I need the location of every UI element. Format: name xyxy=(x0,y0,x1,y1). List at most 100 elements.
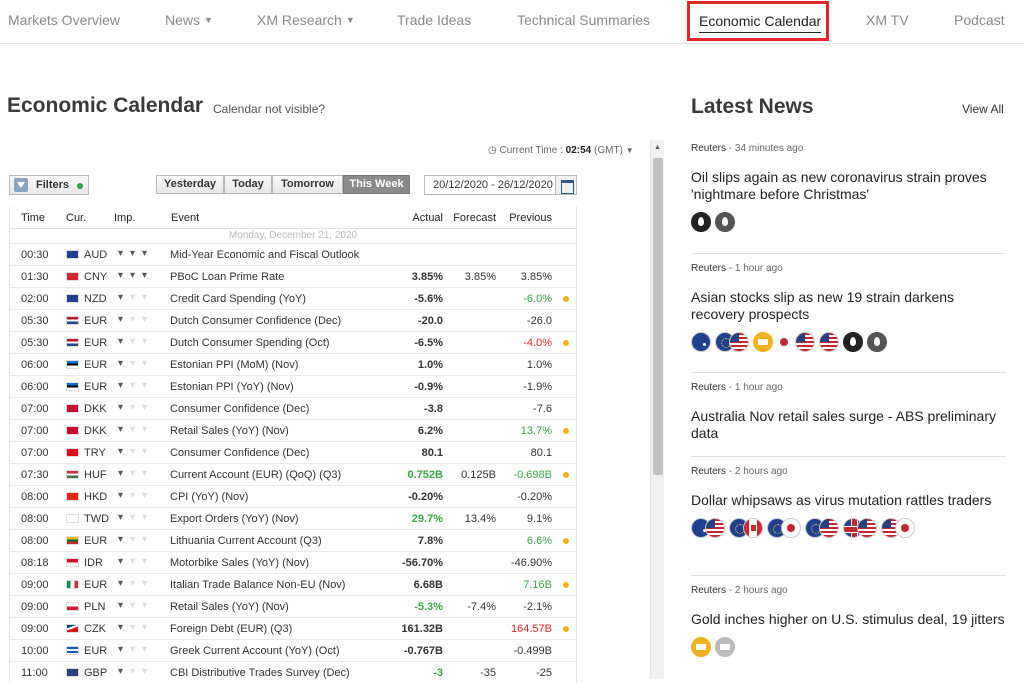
table-row[interactable]: 05:30 EUR ▾ ▾ ▾ Dutch Consumer Confidence (De… xyxy=(10,309,576,331)
yesterday-button[interactable]: Yesterday xyxy=(156,175,224,194)
nav-xm-research[interactable]: XM Research ▼ xyxy=(257,12,355,28)
table-row[interactable]: 08:00 HKD ▾ ▾ ▾ CPI (YoY) (Nov) -0.20% -0.20% xyxy=(10,485,576,507)
table-row[interactable]: 10:00 EUR ▾ ▾ ▾ Greek Current Account (YoY) (… xyxy=(10,639,576,661)
jpy-small-icon-part xyxy=(777,335,791,349)
eurcad-icon[interactable] xyxy=(729,518,765,538)
table-row[interactable]: 07:00 TRY ▾ ▾ ▾ Consumer Confidence (Dec) 80.1… xyxy=(10,441,576,463)
news-headline[interactable]: Dollar whipsaws as virus mutation rattle… xyxy=(691,492,1006,509)
event-name: CPI (YoY) (Nov) xyxy=(170,491,249,503)
news-item[interactable]: Reuters - 2 hours ago Gold inches higher … xyxy=(691,585,1006,659)
news-item[interactable]: Reuters - 1 hour ago Australia Nov retail… xyxy=(691,382,1006,442)
silver-icon[interactable] xyxy=(715,637,737,657)
calendar-not-visible-link[interactable]: Calendar not visible? xyxy=(213,102,325,116)
event-time: 02:00 xyxy=(21,293,49,305)
table-row[interactable]: 08:18 IDR ▾ ▾ ▾ Motorbike Sales (YoY) (Nov) -5… xyxy=(10,551,576,573)
gold-icon-part xyxy=(753,332,773,352)
event-previous: 9.1% xyxy=(526,513,552,525)
table-row[interactable]: 08:00 EUR ▾ ▾ ▾ Lithuania Current Account (Q3… xyxy=(10,529,576,551)
news-source: Reuters xyxy=(691,585,727,596)
event-previous: -6.0% xyxy=(523,293,552,305)
view-all-link[interactable]: View All xyxy=(962,102,1004,116)
flag-nl-icon xyxy=(66,316,79,325)
table-row[interactable]: 02:00 NZD ▾ ▾ ▾ Credit Card Spending (YoY) -5.… xyxy=(10,287,576,309)
caret-down-icon[interactable]: ▼ xyxy=(626,146,634,155)
table-row[interactable]: 09:00 EUR ▾ ▾ ▾ Italian Trade Balance Non-EU … xyxy=(10,573,576,595)
importance-icon: ▾ ▾ ▾ xyxy=(115,292,151,303)
revised-dot-icon xyxy=(563,538,569,544)
table-row[interactable]: 07:00 DKK ▾ ▾ ▾ Consumer Confidence (Dec) -3.8… xyxy=(10,397,576,419)
gold-icon[interactable] xyxy=(691,637,713,657)
calendar-picker-icon[interactable] xyxy=(555,175,577,195)
event-previous: -2.1% xyxy=(523,601,552,613)
oil-gray-icon[interactable] xyxy=(715,212,737,232)
flag-au-icon xyxy=(66,250,79,259)
date-range-input[interactable]: 20/12/2020 - 26/12/2020 xyxy=(424,175,556,195)
gold-icon[interactable] xyxy=(753,332,775,352)
table-row[interactable]: 08:00 TWD ▾ ▾ ▾ Export Orders (YoY) (Nov) 29.7… xyxy=(10,507,576,529)
bull-icon: ▾ xyxy=(117,490,125,501)
eurusd-icon[interactable] xyxy=(715,332,751,352)
usd-icon[interactable] xyxy=(819,332,841,352)
table-row[interactable]: 00:30 AUD ▾ ▾ ▾ Mid-Year Economic and Fiscal … xyxy=(10,243,576,265)
oil-gray-icon[interactable] xyxy=(867,332,889,352)
current-time: ◷ Current Time : 02:54 (GMT) ▼ xyxy=(488,145,634,156)
nav-podcast[interactable]: Podcast xyxy=(954,12,1005,28)
revised-dot-icon xyxy=(563,582,569,588)
table-row[interactable]: 07:30 HUF ▾ ▾ ▾ Current Account (EUR) (QoQ) (… xyxy=(10,463,576,485)
table-row[interactable]: 07:00 DKK ▾ ▾ ▾ Retail Sales (YoY) (Nov) 6.2% 1… xyxy=(10,419,576,441)
calendar-scrollbar[interactable]: ▲ xyxy=(650,140,664,679)
usd-icon[interactable] xyxy=(795,332,817,352)
nav-markets-overview[interactable]: Markets Overview xyxy=(8,12,120,28)
nav-trade-ideas[interactable]: Trade Ideas xyxy=(397,12,471,28)
eurusd-icon[interactable] xyxy=(805,518,841,538)
oil-icon[interactable] xyxy=(691,212,713,232)
news-item[interactable]: Reuters - 2 hours ago Dollar whipsaws as … xyxy=(691,466,1006,540)
importance-icon: ▾ ▾ ▾ xyxy=(115,622,151,633)
instrument-icons xyxy=(691,518,1006,540)
revised-dot-icon xyxy=(563,428,569,434)
nav-economic-calendar[interactable]: Economic Calendar xyxy=(687,1,829,41)
scrollbar-thumb[interactable] xyxy=(653,158,663,475)
aud-icon[interactable] xyxy=(691,332,713,352)
table-row[interactable]: 06:00 EUR ▾ ▾ ▾ Estonian PPI (MoM) (Nov) 1.0% 1… xyxy=(10,353,576,375)
revised-dot-icon xyxy=(563,472,569,478)
this-week-button[interactable]: This Week xyxy=(343,175,410,194)
filters-active-dot xyxy=(77,183,83,189)
event-time: 05:30 xyxy=(21,315,49,327)
event-actual: -5.3% xyxy=(414,601,443,613)
nav-xm-tv[interactable]: XM TV xyxy=(866,12,909,28)
table-row[interactable]: 06:00 EUR ▾ ▾ ▾ Estonian PPI (YoY) (Nov) -0.9%… xyxy=(10,375,576,397)
eurjpy-icon[interactable] xyxy=(767,518,803,538)
filters-button[interactable]: Filters xyxy=(9,175,89,195)
news-headline[interactable]: Oil slips again as new coronavirus strai… xyxy=(691,169,1006,203)
bull-icon: ▾ xyxy=(117,644,125,655)
table-row[interactable]: 09:00 CZK ▾ ▾ ▾ Foreign Debt (EUR) (Q3) 161.32… xyxy=(10,617,576,639)
bull-icon: ▾ xyxy=(129,622,137,633)
news-headline[interactable]: Asian stocks slip as new 19 strain darke… xyxy=(691,289,1006,323)
scroll-up-icon[interactable]: ▲ xyxy=(654,144,661,151)
news-item[interactable]: Reuters - 1 hour ago Asian stocks slip as… xyxy=(691,263,1006,354)
table-row[interactable]: 11:00 GBP ▾ ▾ ▾ CBI Distributive Trades Surve… xyxy=(10,661,576,683)
jpy-small-icon[interactable] xyxy=(777,332,793,350)
timezone-select[interactable]: (GMT) xyxy=(594,145,623,156)
table-row[interactable]: 01:30 CNY ▾ ▾ ▾ PBoC Loan Prime Rate 3.85% 3.85… xyxy=(10,265,576,287)
today-button[interactable]: Today xyxy=(224,175,272,194)
nav-technical-summaries[interactable]: Technical Summaries xyxy=(517,12,650,28)
usdjpy-icon[interactable] xyxy=(881,518,917,538)
news-item[interactable]: Reuters - 34 minutes ago Oil slips again … xyxy=(691,143,1006,234)
flag-dk-icon xyxy=(66,426,79,435)
nav-news-label: News xyxy=(165,12,201,28)
news-headline[interactable]: Gold inches higher on U.S. stimulus deal… xyxy=(691,611,1006,628)
table-row[interactable]: 05:30 EUR ▾ ▾ ▾ Dutch Consumer Spending (Oct)… xyxy=(10,331,576,353)
gold-icon-part xyxy=(691,637,711,657)
event-time: 08:00 xyxy=(21,491,49,503)
gbpusd-icon[interactable] xyxy=(843,518,879,538)
news-age: 1 hour ago xyxy=(734,263,783,274)
news-headline[interactable]: Australia Nov retail sales surge - ABS p… xyxy=(691,408,1006,442)
tomorrow-button[interactable]: Tomorrow xyxy=(272,175,343,194)
audusd-icon[interactable] xyxy=(691,518,727,538)
nav-news[interactable]: News ▼ xyxy=(165,12,213,28)
oil-icon[interactable] xyxy=(843,332,865,352)
event-currency: DKK xyxy=(84,403,107,415)
table-row[interactable]: 09:00 PLN ▾ ▾ ▾ Retail Sales (YoY) (Nov) -5.3%… xyxy=(10,595,576,617)
